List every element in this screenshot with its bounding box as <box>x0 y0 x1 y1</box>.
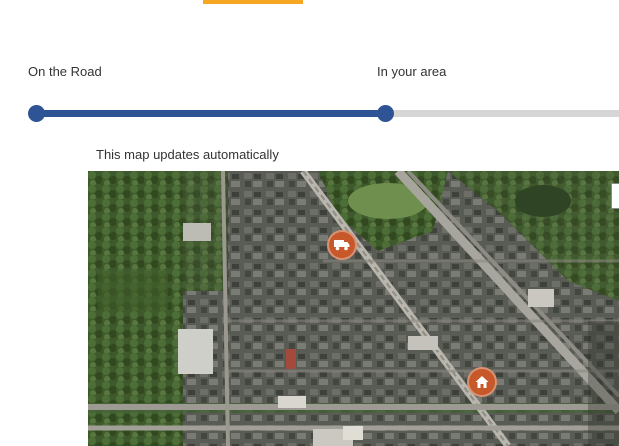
map-zoom-control[interactable] <box>611 183 619 209</box>
progress-node-on-the-road <box>28 105 45 122</box>
active-tab-indicator <box>203 0 303 4</box>
progress-fill <box>36 110 384 117</box>
stage-label-in-your-area: In your area <box>377 64 447 79</box>
home-icon <box>475 376 489 388</box>
delivery-truck-icon <box>334 240 350 251</box>
home-marker[interactable] <box>467 367 497 397</box>
stage-label-on-the-road: On the Road <box>28 64 102 79</box>
map-caption: This map updates automatically <box>96 147 279 162</box>
progress-node-in-your-area <box>377 105 394 122</box>
delivery-truck-marker[interactable] <box>327 230 357 260</box>
tracking-page: On the Road In your area This map update… <box>0 0 619 446</box>
satellite-imagery <box>88 171 619 446</box>
delivery-map[interactable] <box>88 171 619 446</box>
